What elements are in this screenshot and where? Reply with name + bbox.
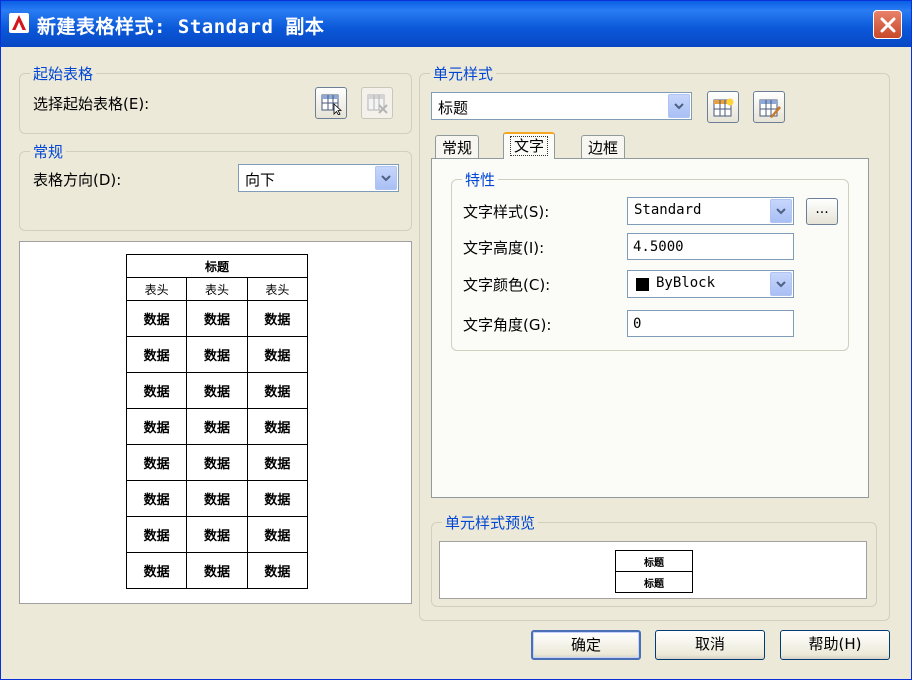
preview-data-cell: 数据 <box>125 372 188 409</box>
cell-preview-table: 标题 标题 <box>615 550 693 593</box>
tab-text[interactable]: 文字 <box>503 132 556 159</box>
text-angle-label: 文字角度(G): <box>463 316 552 334</box>
preview-data-row: 数据 数据 数据 <box>125 300 309 337</box>
tab-general[interactable]: 常规 <box>435 135 480 159</box>
chevron-down-icon[interactable] <box>668 94 690 118</box>
preview-data-cell: 数据 <box>246 444 309 481</box>
preview-data-row: 数据 数据 数据 <box>125 552 309 589</box>
preview-data-cell: 数据 <box>246 336 309 373</box>
close-icon <box>880 17 896 33</box>
remove-start-table-button[interactable] <box>361 87 393 119</box>
text-height-field[interactable] <box>627 233 794 260</box>
new-cell-style-icon <box>713 98 734 117</box>
cancel-button[interactable]: 取消 <box>655 630 765 660</box>
preview-data-cell: 数据 <box>186 516 248 553</box>
chevron-down-icon[interactable] <box>375 166 397 190</box>
table-style-preview: 标题 表头 表头 表头 数据 数据 数据 数据 数据 数据 数据 数据 数据 数据 数据 数据 数据 数据 数据… <box>19 241 412 604</box>
preview-data-row: 数据 数据 数据 <box>125 372 309 409</box>
browse-text-style-button[interactable]: ... <box>806 198 838 225</box>
text-angle-input[interactable] <box>628 311 793 336</box>
preview-data-cell: 数据 <box>125 552 188 589</box>
select-start-table-label: 选择起始表格(E): <box>33 95 150 113</box>
window-title: 新建表格样式: Standard 副本 <box>37 16 325 38</box>
manage-cell-styles-icon <box>759 99 781 118</box>
preview-data-cell: 数据 <box>186 444 248 481</box>
table-direction-value: 向下 <box>245 171 276 189</box>
preview-data-cell: 数据 <box>186 336 248 373</box>
preview-data-cell: 数据 <box>246 516 309 553</box>
preview-data-row: 数据 数据 数据 <box>125 480 309 517</box>
text-style-label: 文字样式(S): <box>463 203 550 221</box>
chevron-down-icon[interactable] <box>770 272 792 296</box>
preview-data-row: 数据 数据 数据 <box>125 444 309 481</box>
table-direction-dropdown[interactable]: 向下 <box>238 164 399 192</box>
preview-data-cell: 数据 <box>186 480 248 517</box>
table-remove-icon <box>367 94 388 114</box>
general-group-label: 常规 <box>30 141 67 162</box>
title-bar[interactable]: 新建表格样式: Standard 副本 <box>1 1 911 47</box>
select-start-table-button[interactable] <box>315 87 347 119</box>
preview-data-cell: 数据 <box>186 552 248 589</box>
color-swatch <box>636 278 649 291</box>
cell-style-value: 标题 <box>438 99 469 117</box>
preview-header-cell: 表头 <box>246 277 309 301</box>
help-button[interactable]: 帮助(H) <box>780 630 890 660</box>
preview-data-row: 数据 数据 数据 <box>125 408 309 445</box>
preview-data-cell: 数据 <box>246 480 309 517</box>
preview-table: 标题 表头 表头 表头 数据 数据 数据 数据 数据 数据 数据 数据 数据 数据 数据 数据 数据 数据 数据… <box>125 254 309 589</box>
cell-preview-row: 标题 <box>615 571 693 593</box>
cell-style-preview-label: 单元样式预览 <box>442 512 539 533</box>
preview-data-cell: 数据 <box>125 408 188 445</box>
preview-data-row: 数据 数据 数据 <box>125 336 309 373</box>
preview-data-cell: 数据 <box>246 372 309 409</box>
text-color-dropdown[interactable]: ByBlock <box>627 270 794 298</box>
tab-border[interactable]: 边框 <box>581 135 626 159</box>
table-select-icon <box>321 94 343 115</box>
preview-data-cell: 数据 <box>125 336 188 373</box>
preview-data-cell: 数据 <box>125 516 188 553</box>
table-direction-label: 表格方向(D): <box>33 171 122 189</box>
text-height-label: 文字高度(I): <box>463 239 545 257</box>
tab-text-label: 文字 <box>510 136 549 156</box>
text-style-value: Standard <box>634 202 702 218</box>
preview-header-cell: 表头 <box>186 277 248 301</box>
text-height-input[interactable] <box>628 234 793 259</box>
preview-data-row: 数据 数据 数据 <box>125 516 309 553</box>
close-button[interactable] <box>873 10 902 39</box>
preview-data-cell: 数据 <box>186 372 248 409</box>
cell-style-group-label: 单元样式 <box>430 63 497 84</box>
preview-data-cell: 数据 <box>246 408 309 445</box>
preview-data-cell: 数据 <box>125 300 188 337</box>
preview-data-cell: 数据 <box>246 552 309 589</box>
preview-data-cell: 数据 <box>246 300 309 337</box>
text-color-label: 文字颜色(C): <box>463 276 551 294</box>
autocad-app-icon <box>9 13 29 33</box>
preview-data-cell: 数据 <box>125 480 188 517</box>
cell-style-preview: 标题 标题 <box>439 541 867 599</box>
manage-cell-styles-button[interactable] <box>753 91 785 123</box>
start-table-group-label: 起始表格 <box>30 63 97 84</box>
text-color-value: ByBlock <box>656 275 716 291</box>
preview-data-cell: 数据 <box>125 444 188 481</box>
text-angle-field[interactable] <box>627 310 794 337</box>
chevron-down-icon[interactable] <box>770 199 792 223</box>
preview-data-cell: 数据 <box>186 300 248 337</box>
cell-preview-row: 标题 <box>615 550 693 572</box>
dialog-window: 新建表格样式: Standard 副本 起始表格 选择起始表格(E): 常规 表… <box>0 0 912 680</box>
new-cell-style-button[interactable] <box>707 91 739 123</box>
preview-header-cell: 表头 <box>125 277 188 301</box>
preview-title-cell: 标题 <box>126 254 308 278</box>
ok-button[interactable]: 确定 <box>531 630 641 660</box>
text-style-dropdown[interactable]: Standard <box>627 197 794 225</box>
preview-data-cell: 数据 <box>186 408 248 445</box>
cell-style-dropdown[interactable]: 标题 <box>431 92 692 120</box>
properties-group-label: 特性 <box>462 169 499 190</box>
